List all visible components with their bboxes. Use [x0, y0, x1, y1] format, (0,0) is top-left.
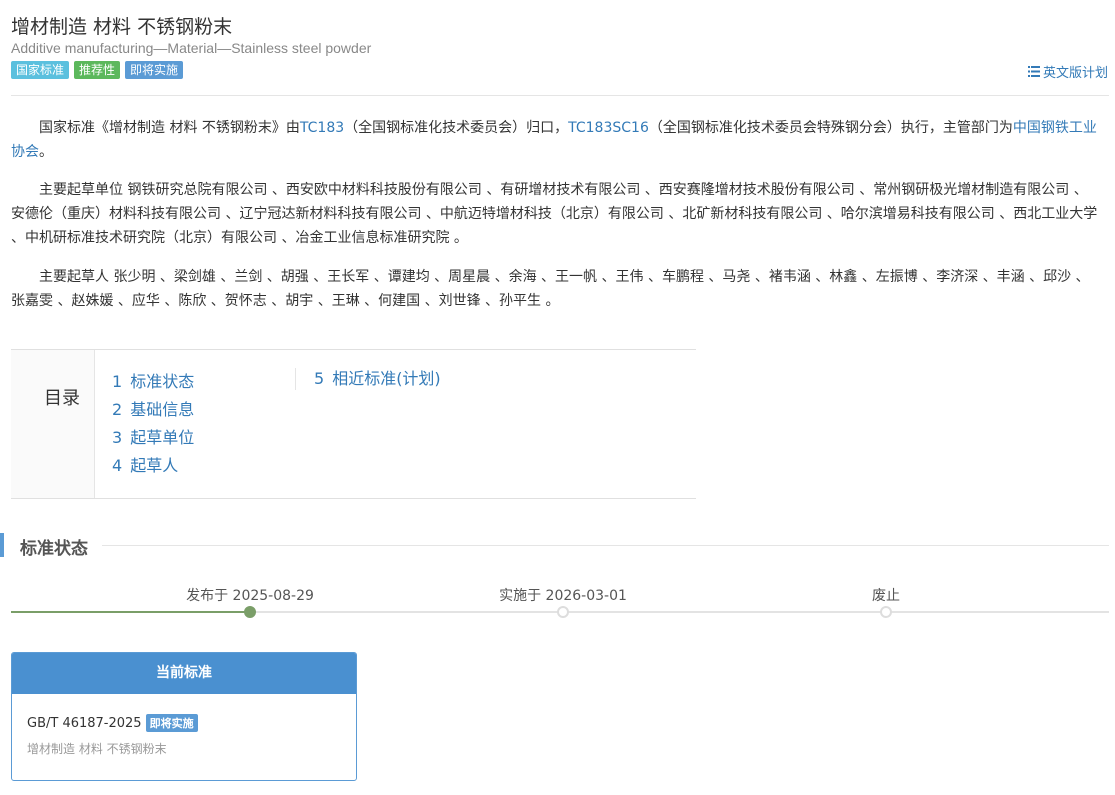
toc-heading-box: 目录 [11, 350, 95, 498]
timeline-dot-abolished [880, 606, 892, 618]
toc-label: 标准状态 [130, 372, 195, 391]
toc-num: 1 [112, 372, 123, 391]
toc-label: 起草单位 [130, 428, 195, 447]
toc-num: 4 [112, 456, 123, 475]
drafting-units-paragraph: 主要起草单位 钢铁研究总院有限公司 、西安欧中材料科技股份有限公司 、有研增材技… [11, 182, 1098, 246]
section-divider [102, 545, 1109, 546]
toc-column-2: 5 相近标准(计划) [295, 368, 441, 390]
intro-paragraph: 国家标准《增材制造 材料 不锈钢粉末》由TC183（全国钢标准化技术委员会）归口… [11, 116, 1101, 164]
intro-text-a: 国家标准《增材制造 材料 不锈钢粉末》由 [39, 120, 300, 136]
badge-recommended: 推荐性 [74, 61, 121, 79]
toc-heading: 目录 [44, 388, 80, 409]
page-title: 增材制造 材料 不锈钢粉末 [11, 16, 233, 38]
timeline-progress [11, 611, 250, 613]
page-subtitle: Additive manufacturing—Material—Stainles… [11, 40, 372, 56]
toc-column-1: 1 标准状态 2 基础信息 3 起草单位 4 起草人 [112, 368, 194, 480]
status-badge: 即将实施 [145, 714, 198, 732]
toc-label: 基础信息 [130, 400, 195, 419]
tc183-link[interactable]: TC183 [300, 120, 344, 136]
tc183sc16-link[interactable]: TC183SC16 [568, 120, 649, 136]
toc-num: 5 [314, 369, 325, 388]
timeline-label-abolished: 废止 [872, 588, 900, 604]
table-of-contents: 目录 1 标准状态 2 基础信息 3 起草单位 4 起草人 5 相近标准(计划) [11, 349, 696, 499]
current-standard-card[interactable]: 当前标准 GB/T 46187-2025 即将实施 增材制造 材料 不锈钢粉末 [11, 652, 357, 781]
standard-code-row: GB/T 46187-2025 即将实施 [27, 714, 198, 732]
toc-item-drafters[interactable]: 4 起草人 [112, 452, 194, 480]
header-divider [11, 95, 1109, 96]
toc-label: 起草人 [130, 456, 179, 475]
timeline-dot-published [244, 606, 256, 618]
badge-upcoming: 即将实施 [125, 61, 184, 79]
list-icon [1027, 66, 1040, 77]
english-version-plan-link[interactable]: 英文版计划 [1027, 62, 1108, 81]
toc-item-status[interactable]: 1 标准状态 [112, 368, 194, 396]
toc-item-basic-info[interactable]: 2 基础信息 [112, 396, 194, 424]
status-section-title: 标准状态 [20, 539, 88, 559]
standard-name: 增材制造 材料 不锈钢粉末 [27, 742, 167, 756]
intro-text-b: （全国钢标准化技术委员会）归口， [344, 120, 569, 136]
timeline-dot-implemented [557, 606, 569, 618]
status-timeline: 发布于 2025-08-29 实施于 2026-03-01 废止 [11, 585, 1109, 625]
toc-num: 3 [112, 428, 123, 447]
drafters-paragraph: 主要起草人 张少明 、梁剑雄 、兰剑 、胡强 、王长军 、谭建均 、周星晨 、余… [11, 269, 1090, 309]
badge-national-standard: 国家标准 [11, 61, 70, 79]
english-plan-label: 英文版计划 [1042, 66, 1108, 81]
toc-num: 2 [112, 400, 123, 419]
toc-body: 1 标准状态 2 基础信息 3 起草单位 4 起草人 5 相近标准(计划) [95, 350, 696, 498]
toc-label: 相近标准(计划) [332, 369, 441, 388]
toc-item-related-standards[interactable]: 5 相近标准(计划) [314, 368, 441, 390]
timeline-label-implemented: 实施于 2026-03-01 [499, 588, 627, 604]
toc-item-drafting-units[interactable]: 3 起草单位 [112, 424, 194, 452]
standard-code: GB/T 46187-2025 [27, 715, 142, 731]
intro-text-c: （全国钢标准化技术委员会特殊钢分会）执行，主管部门为 [648, 120, 1013, 136]
status-section-header: 标准状态 [0, 533, 1109, 559]
current-standard-header: 当前标准 [12, 653, 356, 694]
timeline-label-published: 发布于 2025-08-29 [186, 588, 314, 604]
badge-group: 国家标准 推荐性 即将实施 [11, 61, 184, 79]
intro-text-d: 。 [39, 144, 53, 160]
section-accent-bar [0, 533, 4, 557]
